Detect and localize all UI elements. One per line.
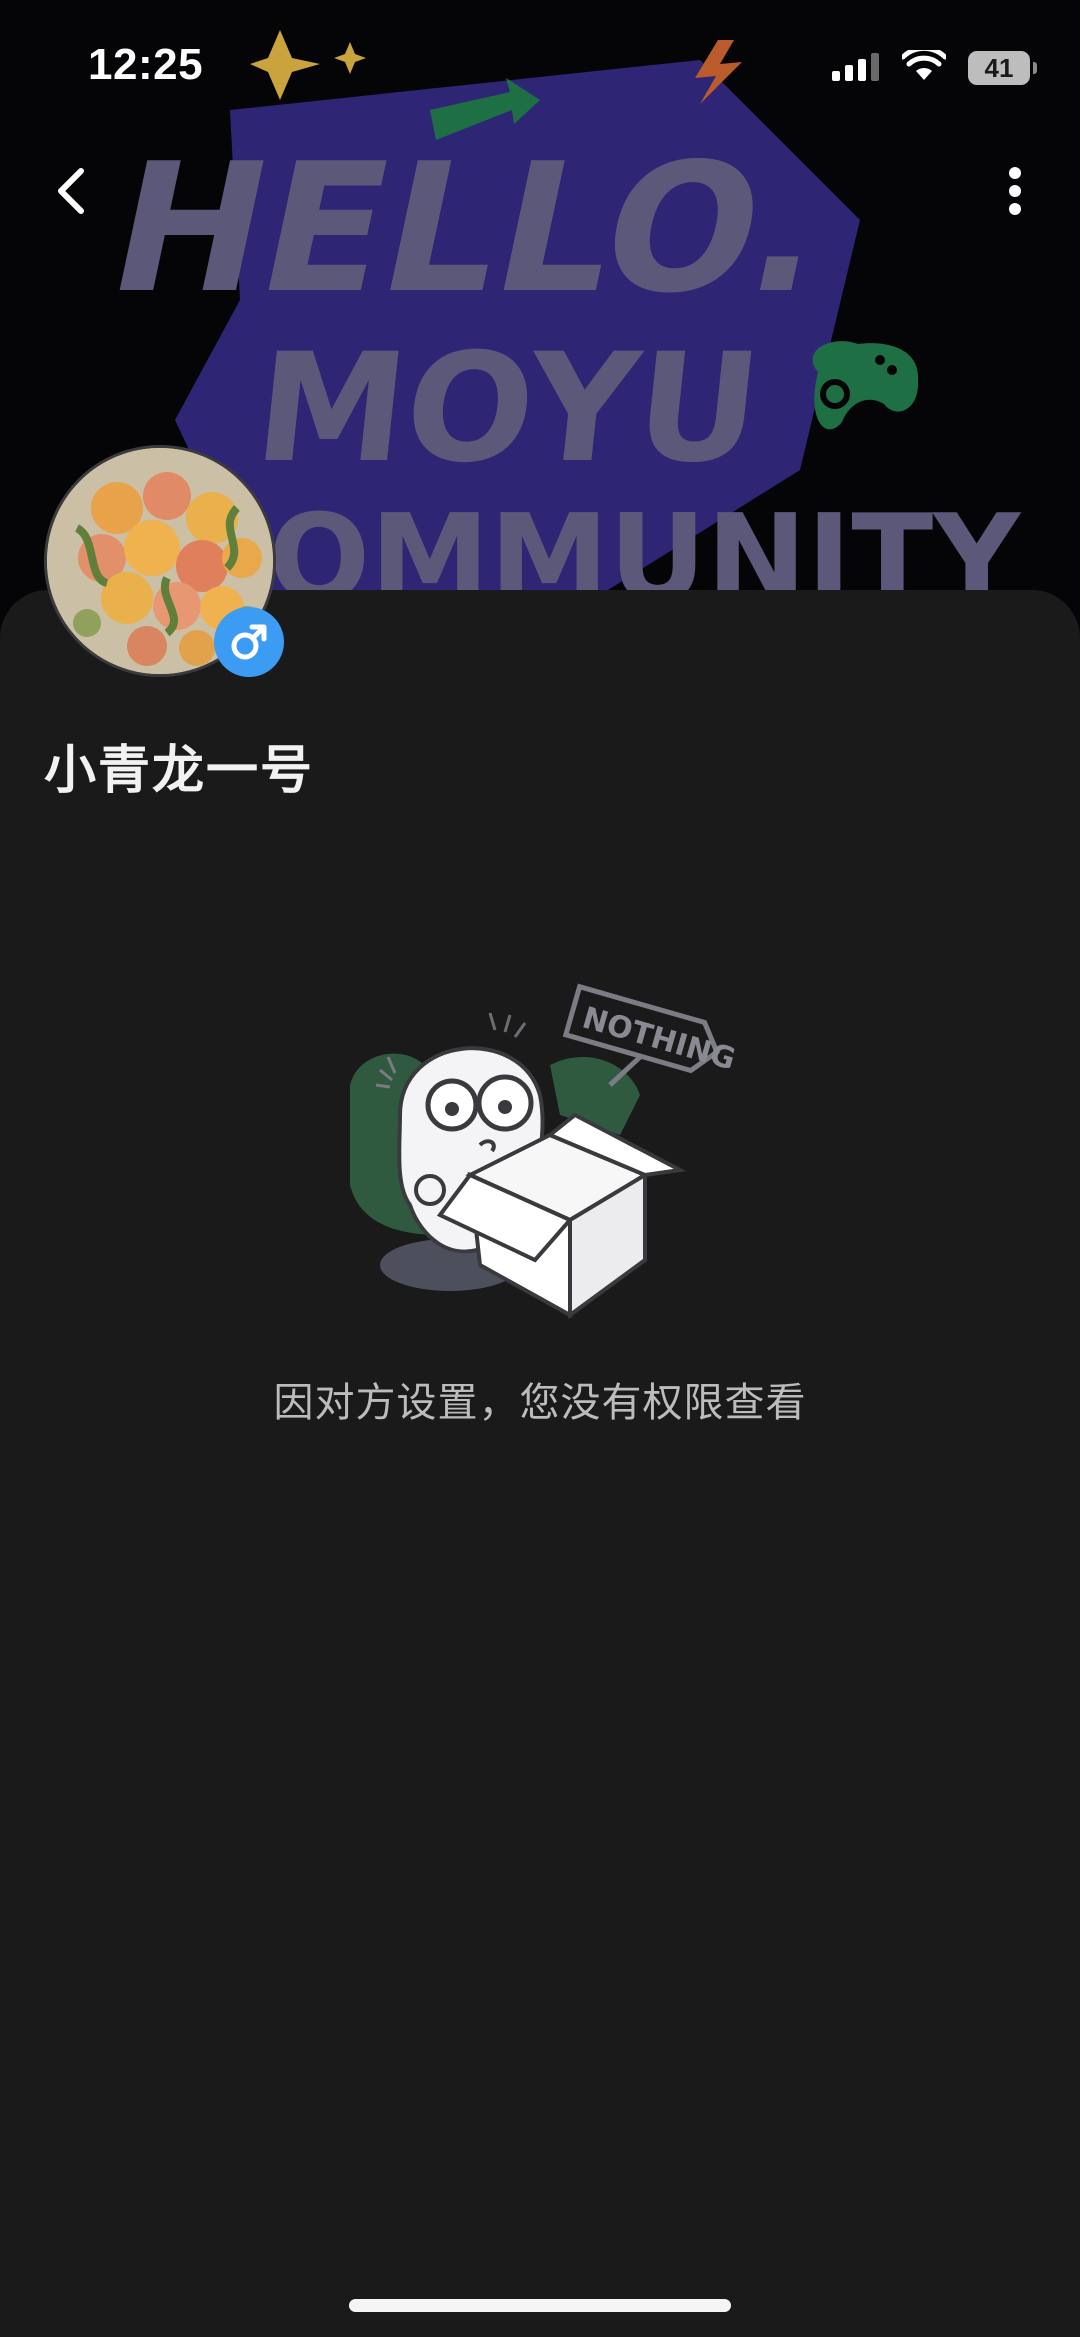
back-button[interactable] xyxy=(26,146,116,236)
battery-level: 41 xyxy=(984,52,1014,83)
cellular-signal-icon xyxy=(832,51,880,85)
banner-text-hello: HELLO. xyxy=(94,126,844,333)
more-options-button[interactable] xyxy=(970,146,1060,236)
chevron-left-icon xyxy=(58,168,84,214)
more-vertical-icon xyxy=(1009,167,1021,215)
no-permission-message: 因对方设置，您没有权限查看 xyxy=(273,1380,807,1426)
status-icons: 41 xyxy=(832,45,1037,90)
wifi-icon xyxy=(900,45,948,86)
profile-content-card xyxy=(0,590,1080,2337)
battery-icon: 41 xyxy=(968,51,1037,85)
username: 小青龙一号 xyxy=(44,741,315,801)
empty-state-illustration: NOTHING xyxy=(340,975,740,1325)
banner-text-moyu: MOYU xyxy=(248,321,768,496)
status-bar: 12:25 41 xyxy=(0,0,1080,130)
male-icon xyxy=(231,624,267,660)
male-gender-badge xyxy=(214,607,284,677)
status-time: 12:25 xyxy=(88,40,204,89)
profile-screen: HELLO. MOYU COMMUNITY 12:25 41 小青龙一号 NOT… xyxy=(0,0,1080,2337)
home-indicator[interactable] xyxy=(349,2299,731,2312)
